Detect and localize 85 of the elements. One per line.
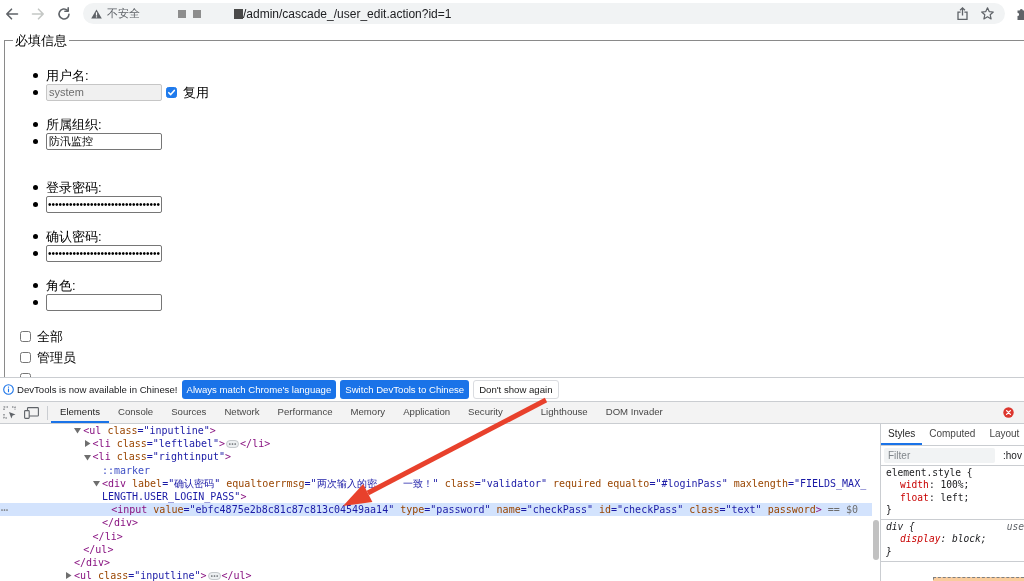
dom-node-row[interactable]: ::marker [92, 463, 151, 477]
ellipsis-icon[interactable] [226, 439, 240, 448]
bullet-icon [33, 202, 38, 207]
more-dots-icon[interactable] [1, 508, 8, 511]
url-text: /admin/cascade_/user_edit.action?id=1 [243, 6, 452, 21]
bullet-icon [33, 73, 38, 78]
triangle-down-icon[interactable] [74, 427, 82, 435]
devtools-tab[interactable]: DOM Invader [596, 402, 672, 423]
share-icon[interactable] [957, 7, 968, 20]
checkbox[interactable] [20, 331, 31, 342]
redaction-block [234, 8, 243, 19]
field-label: 登录密码: [46, 179, 102, 196]
error-icon[interactable] [1003, 407, 1014, 418]
cursor-box-icon[interactable] [3, 406, 16, 419]
checkbox-label: 全部 [37, 327, 63, 346]
css-property: float: left; [900, 491, 970, 504]
password-field[interactable]: •••••••••••••••••••••••••••••••• [46, 245, 163, 262]
dom-node-row[interactable]: </div> [65, 556, 111, 570]
checkbox[interactable] [20, 352, 31, 363]
ellipsis-icon[interactable] [207, 571, 221, 580]
hover-state-button[interactable]: :hov [1003, 450, 1022, 461]
styles-tab[interactable]: Styles [881, 424, 923, 445]
checkbox-label: 管理员 [37, 348, 76, 367]
field-label: 角色: [46, 277, 76, 294]
triangle-right-icon[interactable] [65, 572, 72, 580]
dom-node-row[interactable]: <div label="确认密码" equaltoerrmsg="两次输入的密 一致！" class="validator" required equalto="#loginPass" maxlength="FIELDS_MAX_LENGTH.USER_LOGIN_PASS"> [92, 476, 872, 504]
devtools-tab[interactable]: Memory [341, 402, 395, 423]
devtools-tab[interactable]: Application [394, 402, 460, 423]
bullet-icon [33, 139, 38, 144]
triangle-right-icon[interactable] [83, 440, 91, 448]
devtools-tab[interactable]: Elements [51, 402, 109, 423]
warning-icon [91, 8, 102, 19]
checkbox-label: 复用 [183, 83, 209, 102]
field-label: 确认密码: [46, 228, 102, 245]
bullet-icon [33, 122, 38, 127]
css-selector: div { [886, 521, 915, 534]
triangle-down-icon[interactable] [92, 479, 100, 487]
text-field[interactable]: 防汛监控 [46, 133, 162, 150]
devtools-tab[interactable]: Console [109, 402, 163, 423]
banner-message: DevTools is now available in Chinese! [17, 384, 178, 395]
reload-icon[interactable] [57, 6, 71, 21]
triangle-down-icon[interactable] [83, 453, 91, 461]
stylesheet-source-link[interactable]: use [1006, 521, 1024, 534]
puzzle-icon[interactable] [1017, 7, 1024, 20]
banner-button[interactable]: Always match Chrome's language [181, 380, 337, 399]
scrollbar-thumb[interactable] [873, 520, 879, 560]
text-field[interactable] [46, 294, 162, 311]
bullet-icon [33, 90, 38, 95]
bullet-icon [33, 300, 38, 305]
banner-button[interactable]: Don't show again [473, 380, 559, 399]
css-brace: } [886, 503, 892, 517]
dom-node-row[interactable]: </div> [92, 516, 139, 530]
banner-button[interactable]: Switch DevTools to Chinese [340, 380, 470, 399]
bullet-icon [33, 251, 38, 256]
dom-node-row[interactable]: <ul class="inputline"> </ul> [65, 569, 252, 581]
devices-icon[interactable] [24, 406, 39, 419]
star-icon[interactable] [981, 7, 994, 20]
dom-node-row[interactable]: </li> [83, 529, 123, 543]
devtools-tab[interactable]: Lighthouse [531, 402, 597, 423]
styles-tab[interactable]: Computed [922, 424, 983, 445]
styles-tab[interactable]: Layout [982, 424, 1020, 445]
info-icon [3, 384, 14, 395]
dom-node-row[interactable]: <ul class="inputline"> [74, 424, 216, 438]
field-label: 用户名: [46, 67, 89, 84]
group-legend: 必填信息 [13, 33, 69, 48]
css-brace: } [886, 545, 892, 559]
devtools-tab[interactable]: Performance [268, 402, 342, 423]
password-field[interactable]: •••••••••••••••••••••••••••••••• [46, 196, 163, 213]
dom-node-row[interactable]: <input value="ebfc4875e2b8c81c87c813c04549aa14" type="password" name="checkPass" id="checkPass" class="text" password> == $0 [0, 503, 872, 517]
css-property: display: block; [900, 533, 987, 546]
dom-node-row[interactable]: </ul> [74, 542, 114, 557]
css-selector: element.style { [886, 467, 973, 480]
devtools-tab[interactable]: Network [215, 402, 269, 423]
bullet-icon [33, 185, 38, 190]
dom-node-row[interactable]: <li class="rightinput"> [83, 450, 232, 464]
bullet-icon [33, 283, 38, 288]
address-bar[interactable]: 不安全 /admin/cascade_/user_edit.action?id=1 [83, 3, 1005, 24]
security-status-label[interactable]: 不安全 [107, 6, 140, 21]
devtools-tab[interactable]: Sources [162, 402, 216, 423]
devtools-tab[interactable]: Security [459, 402, 512, 423]
bullet-icon [33, 234, 38, 239]
css-property: width: 100%; [900, 479, 970, 492]
back-arrow-icon[interactable] [5, 6, 19, 21]
dom-node-row[interactable]: <li class="leftlabel"> </li> [83, 437, 271, 451]
field-label: 所属组织: [46, 116, 102, 133]
